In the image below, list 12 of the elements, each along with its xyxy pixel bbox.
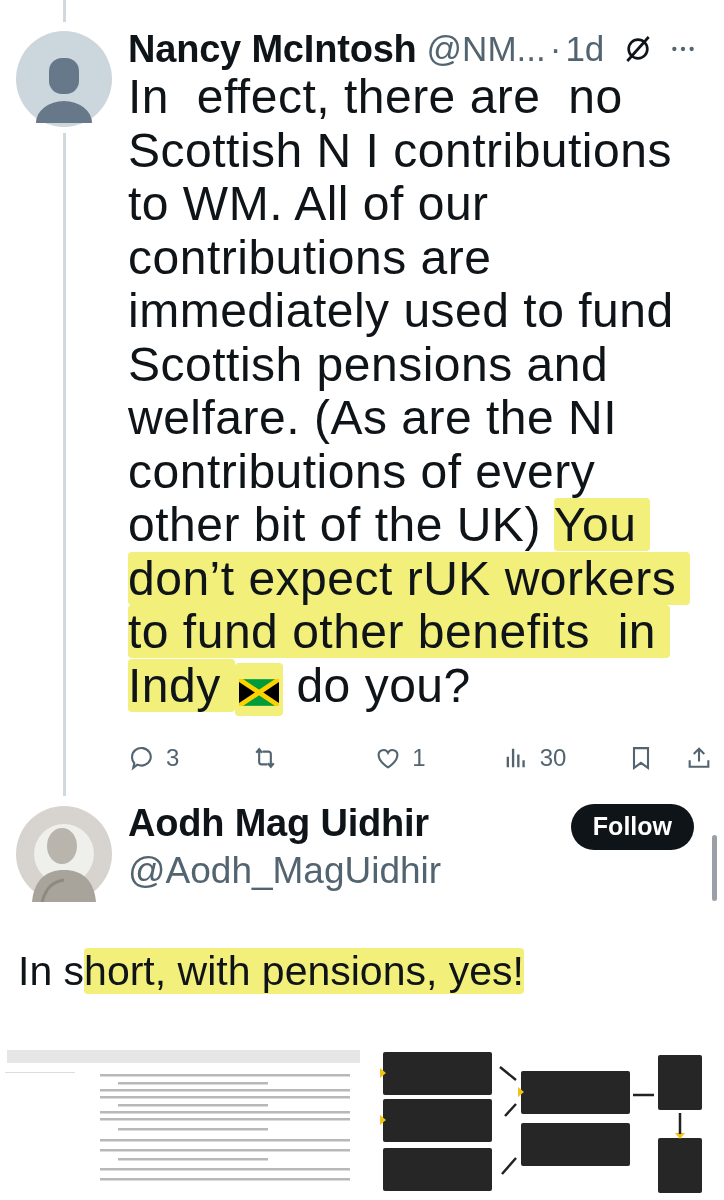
- author-name[interactable]: Aodh Mag Uidhir: [128, 800, 442, 846]
- flag-icon: [238, 679, 279, 707]
- tweet-text: In short, with pensions, yes!: [18, 947, 525, 996]
- follow-button[interactable]: Follow: [570, 804, 694, 850]
- separator-dot: ·: [549, 27, 562, 70]
- author-handle[interactable]: @Aodh_MagUidhir: [128, 846, 442, 896]
- avatar[interactable]: [16, 31, 112, 127]
- reply-button[interactable]: 3: [128, 740, 180, 776]
- thread-line: [62, 0, 66, 22]
- scrollbar-thumb[interactable]: [712, 835, 717, 901]
- views-button[interactable]: 30: [501, 740, 567, 776]
- like-button[interactable]: 1: [374, 740, 426, 776]
